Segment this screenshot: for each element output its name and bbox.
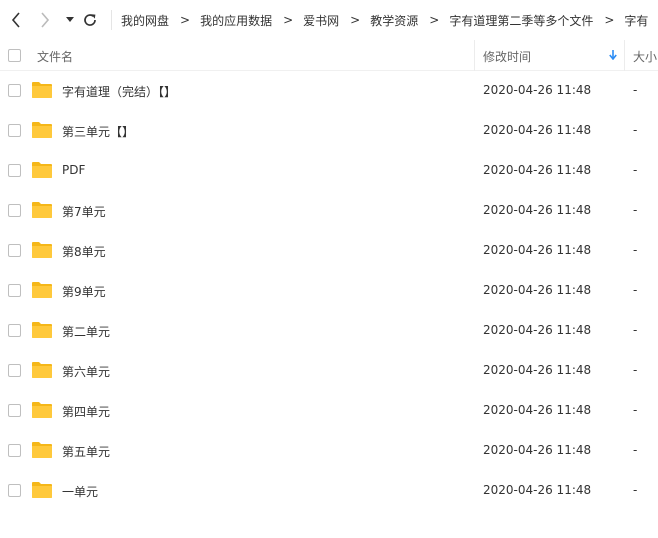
folder-icon [32, 242, 52, 258]
caret-down-icon [66, 17, 74, 22]
file-modified: 2020-04-26 11:48 [483, 163, 592, 177]
file-row[interactable]: 第9单元 2020-04-26 11:48 - [0, 271, 658, 311]
sort-down-icon[interactable] [609, 50, 617, 60]
file-row[interactable]: 一单元 2020-04-26 11:48 - [0, 471, 658, 511]
chevron-right-icon [41, 12, 50, 28]
file-size: - [633, 243, 638, 257]
file-list: 字有道理（完结）【】 2020-04-26 11:48 - 第三单元【】 2020-04… [0, 71, 658, 511]
row-checkbox[interactable] [8, 404, 21, 417]
folder-icon [32, 402, 52, 418]
file-name[interactable]: 第六单元 [62, 363, 110, 380]
history-dropdown-button[interactable] [64, 8, 76, 32]
file-size: - [633, 483, 638, 497]
breadcrumb-item[interactable]: 我的网盘 [121, 12, 169, 29]
file-name[interactable]: 第三单元【】 [62, 123, 134, 140]
folder-icon [32, 442, 52, 458]
file-name[interactable]: 第五单元 [62, 443, 110, 460]
file-size: - [633, 403, 638, 417]
file-row[interactable]: 第五单元 2020-04-26 11:48 - [0, 431, 658, 471]
chevron-left-icon [11, 12, 20, 28]
file-row[interactable]: 第四单元 2020-04-26 11:48 - [0, 391, 658, 431]
file-name[interactable]: 一单元 [62, 483, 98, 500]
breadcrumb-separator: > [350, 13, 361, 27]
file-size: - [633, 203, 638, 217]
row-checkbox[interactable] [8, 324, 21, 337]
breadcrumb-separator: > [283, 13, 294, 27]
row-checkbox[interactable] [8, 364, 21, 377]
file-size: - [633, 323, 638, 337]
folder-icon [32, 82, 52, 98]
file-row[interactable]: 第8单元 2020-04-26 11:48 - [0, 231, 658, 271]
row-checkbox[interactable] [8, 204, 21, 217]
file-size: - [633, 83, 638, 97]
column-header-modified[interactable]: 修改时间 [483, 48, 531, 65]
folder-icon [32, 162, 52, 178]
file-size: - [633, 283, 638, 297]
file-name[interactable]: 第8单元 [62, 243, 106, 260]
refresh-icon [84, 14, 96, 26]
row-checkbox[interactable] [8, 284, 21, 297]
file-row[interactable]: PDF 2020-04-26 11:48 - [0, 151, 658, 191]
file-modified: 2020-04-26 11:48 [483, 83, 592, 97]
file-modified: 2020-04-26 11:48 [483, 443, 592, 457]
breadcrumb: 我的网盘 > 我的应用数据 > 爱书网 > 教学资源 > 字有道理第二季等多个文件 > 字有 [121, 0, 648, 40]
file-modified: 2020-04-26 11:48 [483, 203, 592, 217]
folder-icon [32, 322, 52, 338]
file-size: - [633, 443, 638, 457]
toolbar-divider [111, 10, 112, 30]
row-checkbox[interactable] [8, 84, 21, 97]
file-modified: 2020-04-26 11:48 [483, 363, 592, 377]
file-modified: 2020-04-26 11:48 [483, 283, 592, 297]
row-checkbox[interactable] [8, 244, 21, 257]
file-name[interactable]: 第7单元 [62, 203, 106, 220]
column-header-name[interactable]: 文件名 [37, 48, 73, 65]
file-name[interactable]: 字有道理（完结）【】 [62, 83, 176, 100]
file-name[interactable]: 第四单元 [62, 403, 110, 420]
folder-icon [32, 202, 52, 218]
column-divider[interactable] [624, 40, 625, 71]
folder-icon [32, 482, 52, 498]
breadcrumb-separator: > [180, 13, 191, 27]
breadcrumb-item[interactable]: 字有 [624, 12, 648, 29]
breadcrumb-separator: > [604, 13, 615, 27]
file-modified: 2020-04-26 11:48 [483, 483, 592, 497]
folder-icon [32, 122, 52, 138]
file-name[interactable]: 第9单元 [62, 283, 106, 300]
breadcrumb-item[interactable]: 我的应用数据 [200, 12, 272, 29]
file-name[interactable]: 第二单元 [62, 323, 110, 340]
refresh-button[interactable] [80, 8, 100, 32]
file-size: - [633, 123, 638, 137]
forward-button[interactable] [36, 8, 54, 32]
file-modified: 2020-04-26 11:48 [483, 243, 592, 257]
select-all-checkbox[interactable] [8, 49, 21, 62]
file-row[interactable]: 第二单元 2020-04-26 11:48 - [0, 311, 658, 351]
file-row[interactable]: 字有道理（完结）【】 2020-04-26 11:48 - [0, 71, 658, 111]
folder-icon [32, 362, 52, 378]
file-row[interactable]: 第六单元 2020-04-26 11:48 - [0, 351, 658, 391]
file-name[interactable]: PDF [62, 163, 85, 177]
file-size: - [633, 363, 638, 377]
breadcrumb-item[interactable]: 爱书网 [303, 12, 339, 29]
file-size: - [633, 163, 638, 177]
row-checkbox[interactable] [8, 484, 21, 497]
back-button[interactable] [7, 8, 25, 32]
row-checkbox[interactable] [8, 124, 21, 137]
column-header-size[interactable]: 大小 [633, 48, 657, 65]
breadcrumb-separator: > [429, 13, 440, 27]
toolbar: 我的网盘 > 我的应用数据 > 爱书网 > 教学资源 > 字有道理第二季等多个文件 > 字有 [0, 0, 658, 40]
file-list-header: 文件名 修改时间 大小 [0, 40, 658, 71]
column-divider[interactable] [474, 40, 475, 71]
file-modified: 2020-04-26 11:48 [483, 123, 592, 137]
file-row[interactable]: 第7单元 2020-04-26 11:48 - [0, 191, 658, 231]
breadcrumb-item[interactable]: 字有道理第二季等多个文件 [449, 12, 593, 29]
folder-icon [32, 282, 52, 298]
row-checkbox[interactable] [8, 164, 21, 177]
file-modified: 2020-04-26 11:48 [483, 323, 592, 337]
file-modified: 2020-04-26 11:48 [483, 403, 592, 417]
breadcrumb-item[interactable]: 教学资源 [370, 12, 418, 29]
row-checkbox[interactable] [8, 444, 21, 457]
file-row[interactable]: 第三单元【】 2020-04-26 11:48 - [0, 111, 658, 151]
